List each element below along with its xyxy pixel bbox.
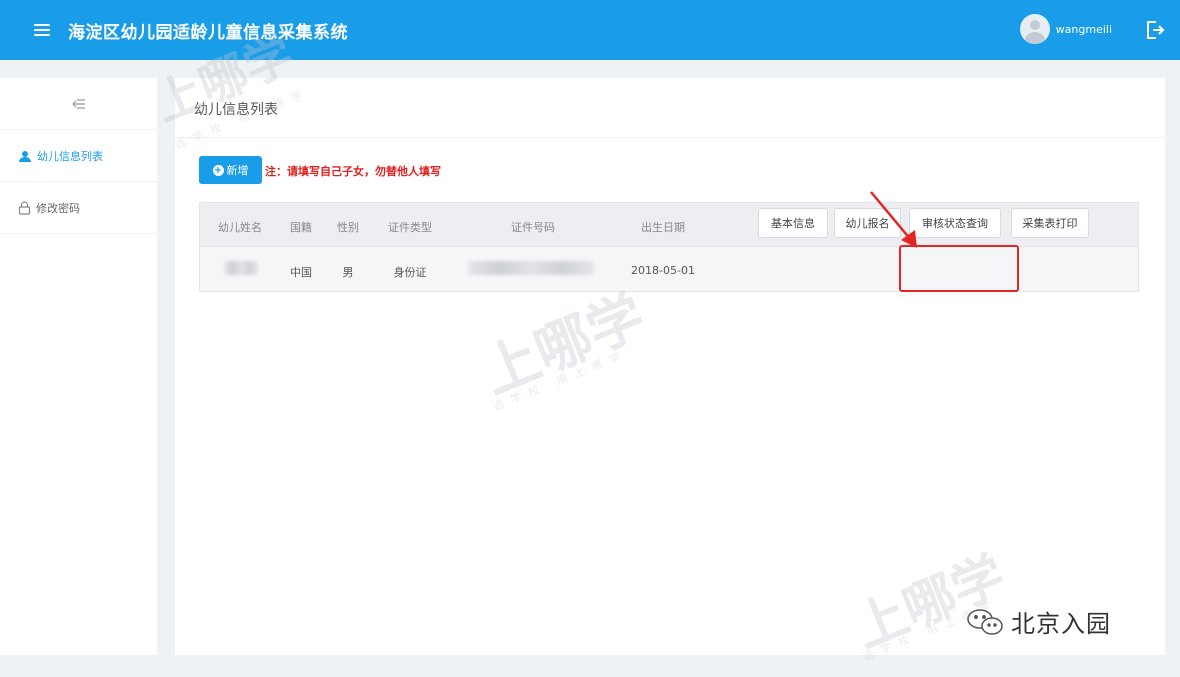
menu-icon[interactable]: [34, 24, 50, 36]
sidebar-collapse-button[interactable]: [0, 78, 157, 130]
sidebar-item-label: 幼儿信息列表: [37, 149, 103, 163]
cell-gender: 男: [342, 266, 354, 279]
sidebar-item-child-list[interactable]: 幼儿信息列表: [0, 130, 157, 182]
notice-text: 注：请填写自己子女，勿替他人填写: [265, 165, 441, 178]
column-header-id-type: 证件类型: [388, 221, 432, 234]
user-icon: [19, 150, 31, 162]
sidebar-item-label: 修改密码: [36, 201, 80, 215]
page-title: 幼儿信息列表: [175, 78, 1165, 138]
wechat-icon: [967, 608, 1003, 635]
top-bar: 海淀区幼儿园适龄儿童信息采集系统 wangmeili: [0, 0, 1180, 60]
add-button-label: 新增: [226, 164, 249, 177]
brand-text: 北京入园: [1011, 610, 1111, 638]
column-header-id-number: 证件号码: [511, 221, 555, 234]
column-header-birth-date: 出生日期: [641, 221, 685, 234]
basic-info-button[interactable]: 基本信息: [758, 208, 828, 238]
cell-id-type: 身份证: [393, 266, 427, 279]
column-header-name: 幼儿姓名: [218, 221, 262, 234]
lock-icon: [18, 200, 31, 215]
collapse-icon: [71, 98, 85, 109]
column-header-gender: 性别: [337, 221, 359, 234]
app-title: 海淀区幼儿园适龄儿童信息采集系统: [68, 23, 348, 43]
redacted-id-number: [468, 261, 594, 275]
redacted-name: [224, 261, 258, 275]
user-menu[interactable]: wangmeili: [1019, 14, 1112, 44]
brand-badge: 北京入园: [965, 604, 1111, 639]
column-header-nationality: 国籍: [290, 221, 312, 234]
main-content: 幼儿信息列表 + 新增 注：请填写自己子女，勿替他人填写 幼儿姓名 国籍 性别 …: [175, 78, 1165, 655]
sidebar: 幼儿信息列表 修改密码: [0, 78, 157, 655]
pointer-arrow-icon: [870, 191, 917, 248]
avatar: [1019, 14, 1050, 44]
add-button[interactable]: + 新增: [199, 156, 262, 184]
plus-icon: +: [212, 164, 224, 176]
cell-nationality: 中国: [290, 266, 312, 279]
sidebar-item-change-password[interactable]: 修改密码: [0, 182, 157, 234]
cell-birth-date: 2018-05-01: [631, 264, 695, 277]
print-form-button[interactable]: 采集表打印: [1011, 208, 1089, 238]
username: wangmeili: [1055, 22, 1112, 36]
logout-icon[interactable]: [1142, 18, 1166, 42]
